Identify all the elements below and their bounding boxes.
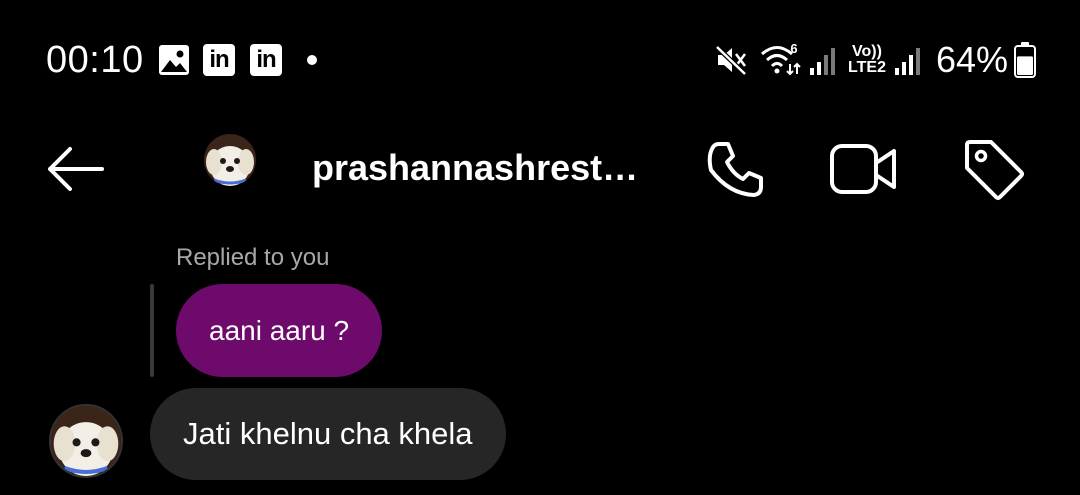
back-arrow-icon (48, 147, 104, 191)
reply-indicator-line (150, 284, 154, 377)
mute-icon (715, 45, 747, 76)
battery-icon (1014, 42, 1036, 78)
lte-label: LTE2 (848, 59, 886, 76)
message-bubble[interactable]: Jati khelnu cha khela (150, 388, 506, 480)
phone-icon (707, 142, 763, 197)
wifi-icon: 6 (761, 42, 801, 76)
status-bar: 00:10 in in 6 Vo)) LTE2 64% (0, 0, 1080, 120)
tag-button[interactable] (958, 134, 1028, 204)
voice-call-button[interactable] (700, 134, 770, 204)
linkedin-icon: in (203, 44, 235, 76)
volte-label: Vo)) (852, 43, 882, 60)
avatar[interactable] (204, 134, 256, 186)
reply-context-label: Replied to you (176, 244, 330, 271)
gallery-icon (159, 45, 189, 75)
video-call-button[interactable] (828, 134, 898, 204)
linkedin-icon: in (250, 44, 282, 76)
signal-icon (810, 48, 835, 75)
status-time: 00:10 (46, 39, 144, 81)
wifi-label: 6 (790, 42, 797, 56)
tag-icon (965, 140, 1024, 200)
back-button[interactable] (40, 134, 110, 204)
chat-header: prashannashrest… (0, 120, 1080, 220)
signal-icon (895, 48, 920, 75)
sender-avatar[interactable] (49, 404, 123, 478)
network-type-label: Vo)) LTE2 (845, 44, 889, 76)
video-camera-icon (830, 144, 896, 194)
chat-screen: 00:10 in in 6 Vo)) LTE2 64% prashannashr… (0, 0, 1080, 495)
battery-percent: 64% (936, 39, 1009, 80)
puppy-avatar-image (51, 406, 121, 476)
puppy-avatar-image (204, 134, 256, 186)
chat-username[interactable]: prashannashrest… (312, 147, 638, 189)
more-notifications-dot (307, 55, 317, 65)
replied-message-bubble[interactable]: aani aaru ? (176, 284, 383, 377)
